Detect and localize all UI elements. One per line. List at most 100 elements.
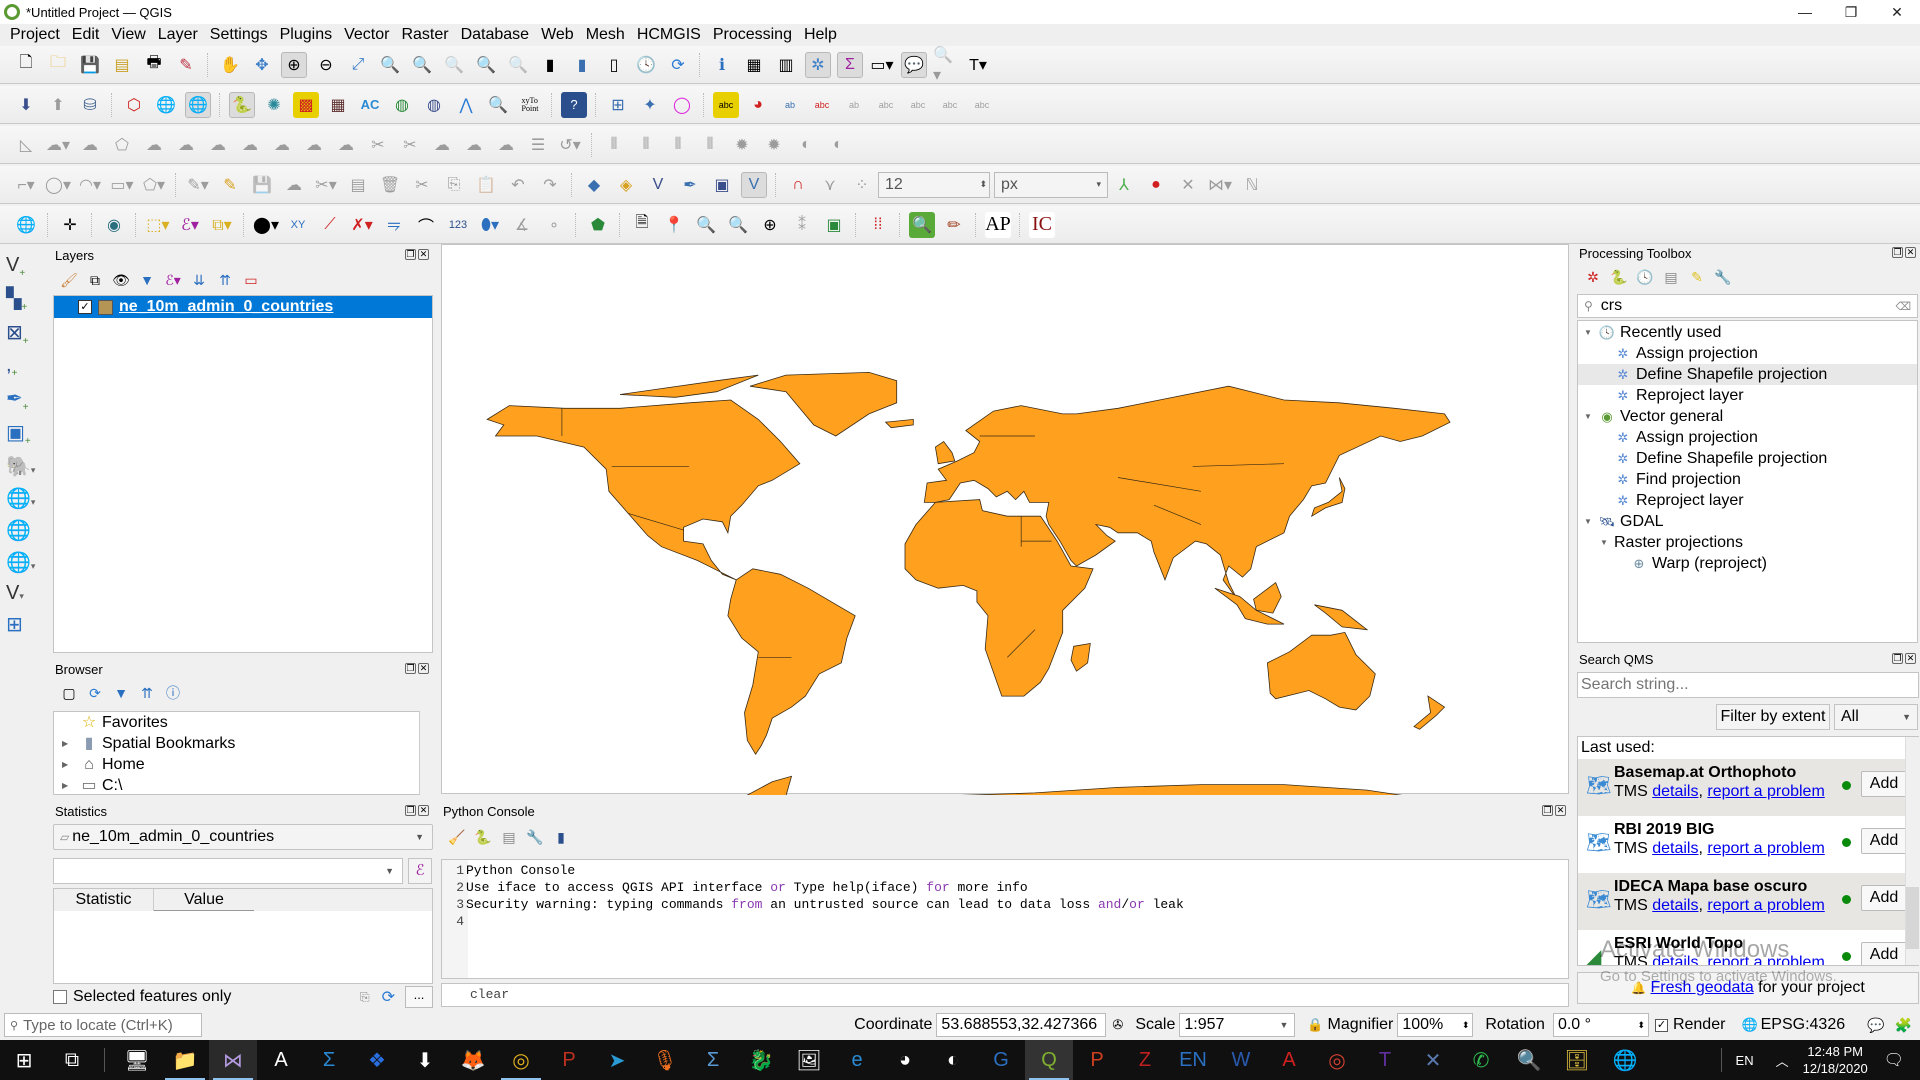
node-icon[interactable]: ∘ [541, 212, 567, 238]
taskbar-paint-icon[interactable]: 🖼 [785, 1040, 833, 1080]
split-features-icon[interactable]: ✂ [365, 132, 391, 158]
taskbar-endnote-icon[interactable]: EN [1169, 1040, 1217, 1080]
new-temporary-layer-icon[interactable]: V▾ [6, 582, 24, 605]
collapse-browser-icon[interactable]: ⇈ [138, 685, 156, 702]
attribute-table-icon[interactable]: ▦ [741, 52, 767, 78]
menu-edit[interactable]: Edit [66, 26, 106, 44]
taskbar-math-app-icon[interactable]: Σ [689, 1040, 737, 1080]
reshape-icon[interactable]: ☁ [301, 132, 327, 158]
select-expression-icon[interactable]: ℰ▾ [177, 212, 203, 238]
search-point-icon[interactable]: 🔍 [725, 212, 751, 238]
new-shapefile-icon[interactable]: ◆ [581, 172, 607, 198]
show-bookmarks-icon[interactable]: ▮ [569, 52, 595, 78]
add-spatialite-icon[interactable]: ✒+ [6, 386, 29, 413]
layer-name[interactable]: ne_10m_admin_0_countries [119, 298, 333, 316]
new-virtual-icon[interactable]: ▣ [709, 172, 735, 198]
close-button[interactable]: ✕ [1874, 0, 1920, 24]
delete-selected-icon[interactable]: 🗑 [377, 172, 403, 198]
snapping-type-icon[interactable]: ⁘ [849, 172, 875, 198]
add-arc-icon[interactable]: ◠▾ [77, 172, 103, 198]
pan-to-selection-icon[interactable]: ✥ [249, 52, 275, 78]
more-button[interactable]: ... [405, 986, 433, 1008]
refresh-browser-icon[interactable]: ⟳ [86, 685, 104, 702]
diagram-icon[interactable]: ◕ [745, 92, 771, 118]
taskbar-texmaker-icon[interactable]: T [1361, 1040, 1409, 1080]
collapse-arrow-icon[interactable]: ▼ [1584, 511, 1598, 532]
shape-tools-icon[interactable]: ⬡ [121, 92, 147, 118]
text-annotation-icon[interactable]: T▾ [965, 52, 991, 78]
taskbar-whatsapp-icon[interactable]: ✆ [1457, 1040, 1505, 1080]
grid-globe-icon[interactable]: ⊕ [757, 212, 783, 238]
close-panel-icon[interactable]: ✕ [418, 805, 429, 816]
merge-attributes-icon[interactable]: ☁ [461, 132, 487, 158]
taskbar-start-icon[interactable]: ⊞ [0, 1040, 48, 1080]
refresh-stats-icon[interactable]: ⟳ [382, 987, 395, 1007]
network-up-icon[interactable]: ◍ [389, 92, 415, 118]
taskbar-idm-icon[interactable]: ⬇ [401, 1040, 449, 1080]
options-icon[interactable]: 🔧 [1714, 269, 1732, 286]
label-move-icon[interactable]: ab [841, 92, 867, 118]
menu-processing[interactable]: Processing [707, 26, 798, 44]
collapse-arrow-icon[interactable]: ▼ [1584, 406, 1598, 427]
xy-curve-icon[interactable]: XY [285, 212, 311, 238]
info-icon[interactable]: ⓘ [164, 683, 182, 703]
menu-hcmgis[interactable]: HCMGIS [631, 26, 707, 44]
add-part-icon[interactable]: ☁ [173, 132, 199, 158]
green-search-icon[interactable]: 🔍 [909, 211, 935, 238]
report-problem-link[interactable]: report a problem [1707, 954, 1824, 965]
taskbar-word-icon[interactable]: W [1217, 1040, 1265, 1080]
processing-group[interactable]: ▼ 🕓 Recently used [1578, 322, 1917, 343]
expand-arrow-icon[interactable]: ▶ [62, 733, 76, 754]
label-undo-icon[interactable]: abc [937, 92, 963, 118]
render-checkbox[interactable]: ✓ [1654, 1018, 1668, 1032]
taskbar-color-app-icon[interactable]: ◕ [881, 1040, 929, 1080]
mouse-coordinate-toggle-icon[interactable]: ✇ [1112, 1017, 1123, 1033]
processing-algorithm[interactable]: ✲ Define Shapefile projection [1578, 364, 1917, 385]
clear-console-icon[interactable]: 🧹 [448, 829, 466, 846]
delete-ring-icon[interactable]: ☁ [237, 132, 263, 158]
taskbar-geogebra-icon[interactable]: G [977, 1040, 1025, 1080]
measure-angle-icon[interactable]: ◺ [13, 132, 39, 158]
map-tips-icon[interactable]: 💬 [901, 51, 927, 78]
clear-search-icon[interactable]: ⌫ [1895, 300, 1911, 313]
lock-scale-icon[interactable]: 🔒 [1307, 1017, 1323, 1033]
measure-icon[interactable]: ▭▾ [869, 52, 895, 78]
details-link[interactable]: details [1652, 897, 1698, 914]
merge-features-icon[interactable]: ☁ [429, 132, 455, 158]
processing-algorithm[interactable]: ✲ Reproject layer [1578, 385, 1917, 406]
float-panel-icon[interactable]: ❐ [1542, 805, 1553, 816]
pin-map-icon[interactable]: 📍 [661, 212, 687, 238]
browser-item[interactable]: ☆ Favorites [62, 712, 432, 733]
mosaic-icon[interactable]: ▩ [293, 91, 319, 118]
zoom-to-layer-icon[interactable]: 🔍 [409, 52, 435, 78]
processing-group[interactable]: ▼ ◉ Vector general [1578, 406, 1917, 427]
minimize-button[interactable]: — [1782, 0, 1828, 24]
offset-curve-icon[interactable]: ☁ [333, 132, 359, 158]
taskbar-qgis-icon[interactable]: Q [1025, 1040, 1073, 1080]
georef-icon[interactable]: ✺ [261, 92, 287, 118]
help-console-icon[interactable]: ▮ [552, 829, 570, 846]
menu-view[interactable]: View [105, 26, 151, 44]
zoom-to-selection-icon[interactable]: 🔍 [377, 52, 403, 78]
copy-icon[interactable]: ⎘ [360, 990, 370, 1005]
qms-search-input[interactable] [1577, 672, 1919, 698]
qms-add-icon[interactable]: 🌐 [153, 92, 179, 118]
add-wcs-icon[interactable]: 🌐 [6, 518, 31, 543]
copy-icon[interactable]: ⎘ [441, 172, 467, 198]
label-edit-icon[interactable]: abc [969, 92, 995, 118]
float-panel-icon[interactable]: ❐ [1892, 653, 1903, 664]
qms-search-icon[interactable]: 🌐 [185, 91, 211, 118]
zoom-out-icon[interactable]: ⊖ [313, 52, 339, 78]
float-panel-icon[interactable]: ❐ [405, 663, 416, 674]
add-service-button[interactable]: Add [1861, 942, 1907, 965]
menu-mesh[interactable]: Mesh [580, 26, 631, 44]
simplify-icon[interactable]: ⬠ [109, 132, 135, 158]
processing-group[interactable]: ▼ Raster projections [1578, 532, 1917, 553]
map-canvas[interactable] [441, 244, 1569, 852]
topology-icon[interactable]: ⅄ [1111, 172, 1137, 198]
browser-item[interactable]: ▶ ▮ Spatial Bookmarks [62, 733, 432, 754]
toggle-editing-icon[interactable]: ✎ [217, 172, 243, 198]
modify-attributes-icon[interactable]: ▤ [345, 172, 371, 198]
label-change-icon[interactable]: abc [905, 92, 931, 118]
add-polygon-icon[interactable]: ⬠▾ [141, 172, 167, 198]
